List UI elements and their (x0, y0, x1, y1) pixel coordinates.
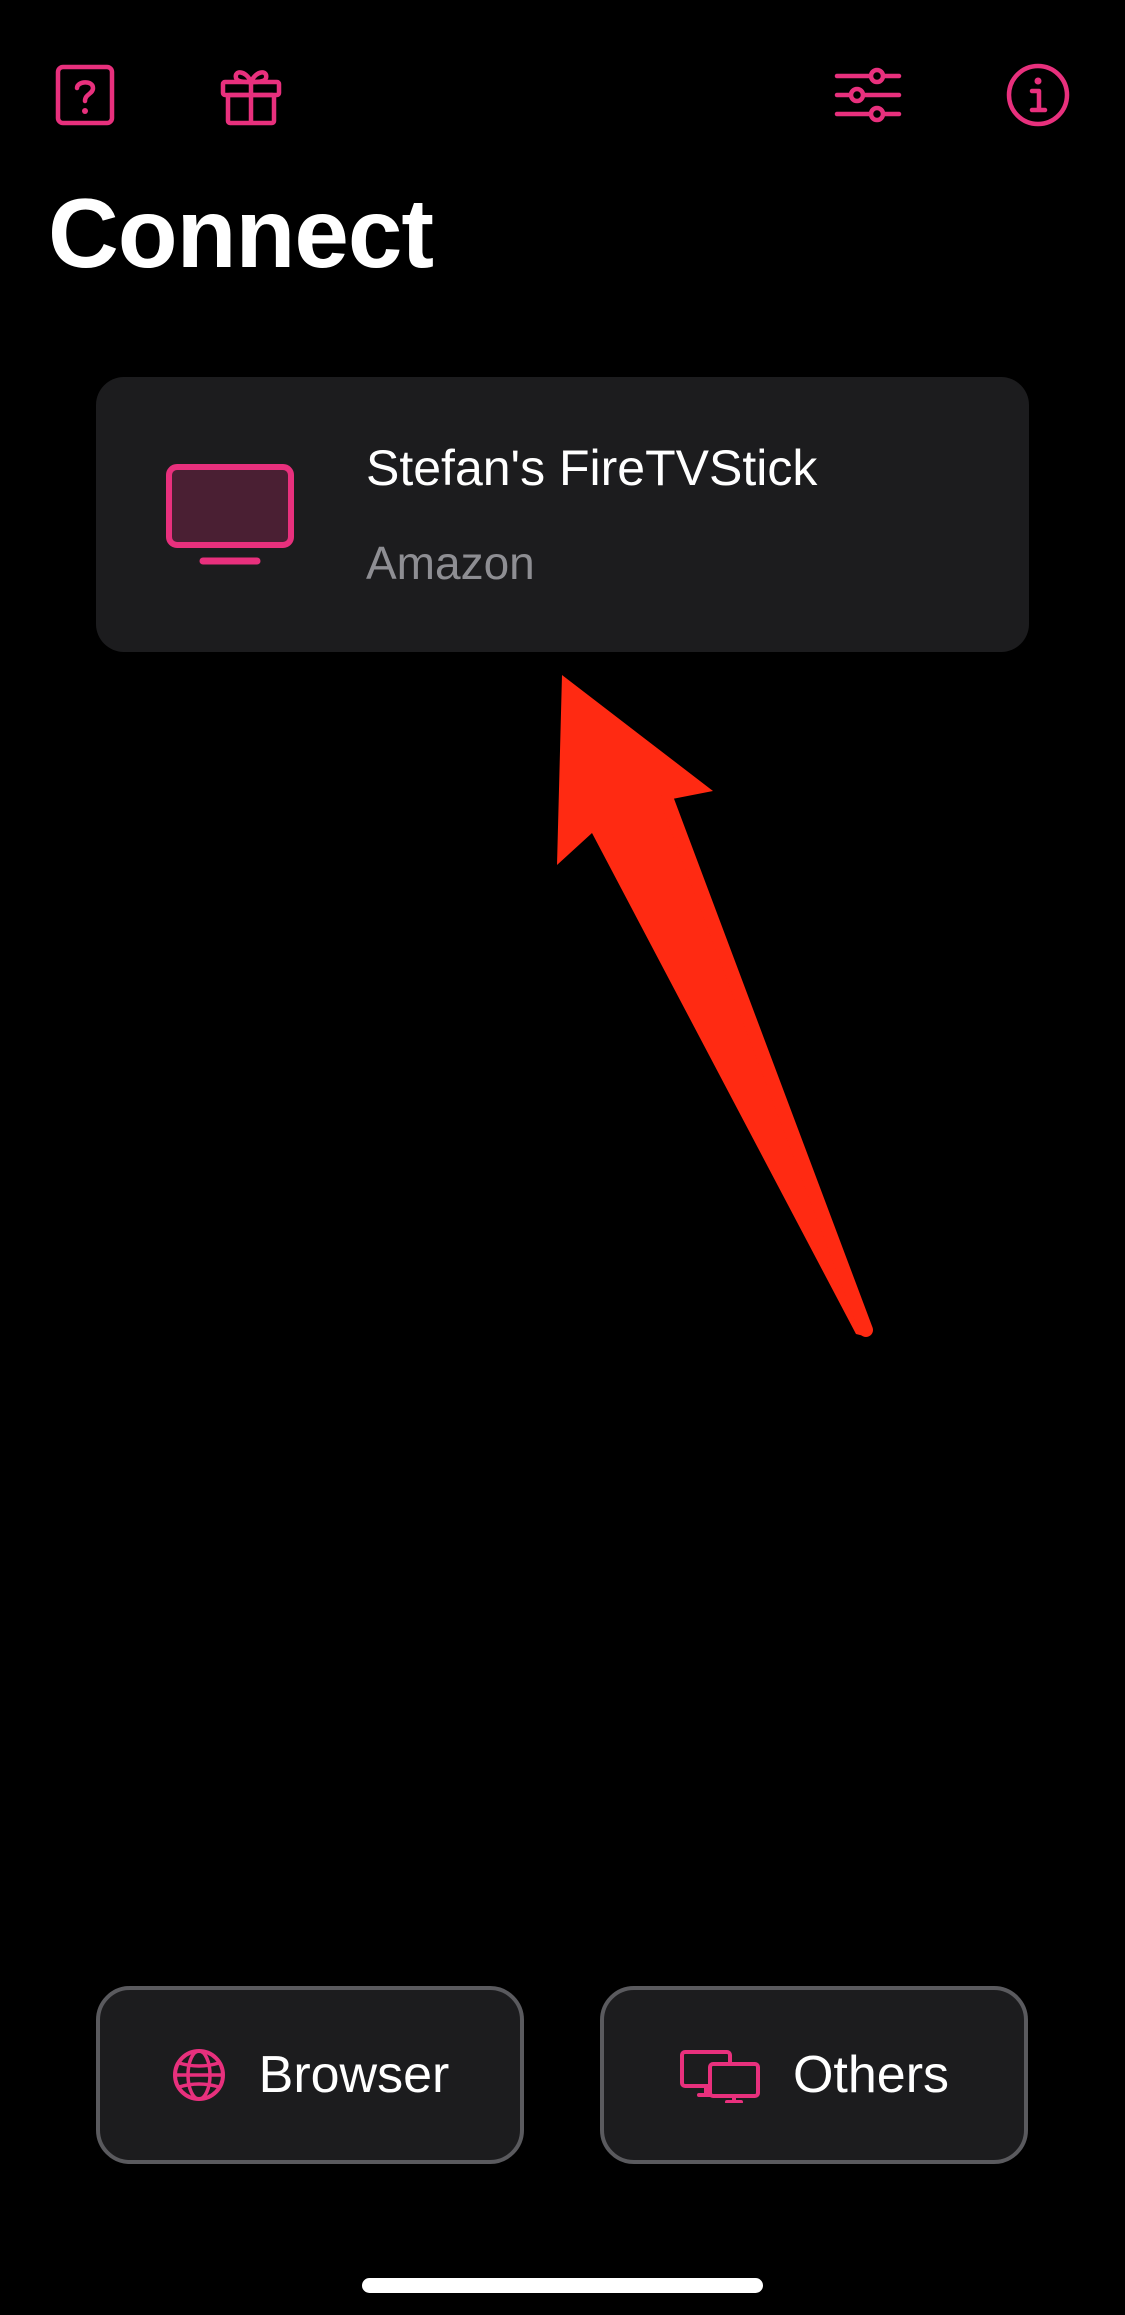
settings-sliders-icon (834, 67, 902, 123)
others-button[interactable]: Others (600, 1986, 1028, 2164)
globe-icon (172, 2049, 225, 2101)
home-indicator[interactable] (362, 2278, 763, 2293)
browser-button[interactable]: Browser (96, 1986, 524, 2164)
info-button[interactable] (1003, 60, 1073, 130)
info-icon (1006, 63, 1070, 127)
settings-button[interactable] (833, 60, 903, 130)
device-brand: Amazon (366, 537, 535, 589)
browser-button-label: Browser (258, 2046, 450, 2104)
help-icon (55, 64, 115, 126)
arrow-icon (557, 675, 873, 1337)
multiple-screens-icon (679, 2050, 760, 2103)
tv-icon (166, 464, 294, 565)
gift-icon (220, 70, 282, 126)
others-button-label: Others (792, 2046, 950, 2104)
device-name: Stefan's FireTVStick (366, 440, 818, 496)
gift-button[interactable] (216, 60, 286, 130)
help-button[interactable] (50, 60, 120, 130)
page-title: Connect (48, 178, 434, 288)
